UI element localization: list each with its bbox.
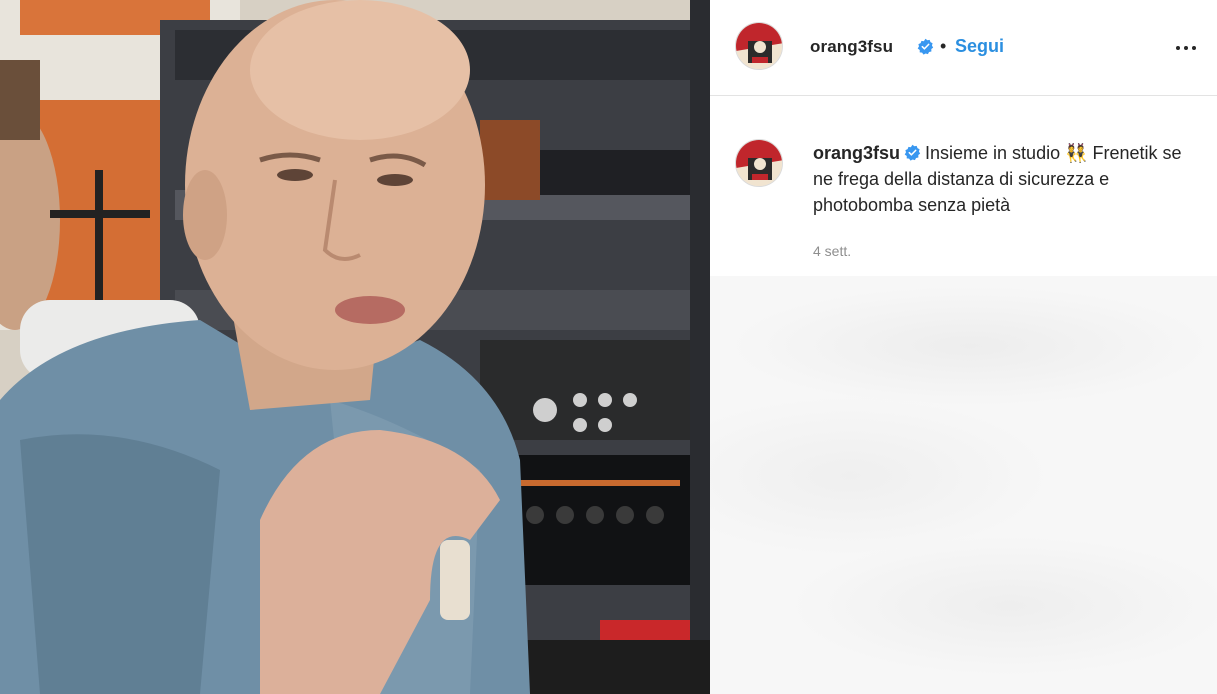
- post-header: orang3fsu • Segui: [710, 0, 1217, 96]
- caption-username[interactable]: orang3fsu: [813, 143, 900, 163]
- post-caption: orang3fsu Insieme in studio 👯 Frenetik s…: [813, 140, 1183, 218]
- avatar-image: [736, 23, 782, 69]
- more-options-icon-dot: [1192, 46, 1196, 50]
- verified-badge-icon: [917, 38, 934, 55]
- avatar-image: [736, 140, 782, 186]
- more-options-button[interactable]: [1170, 34, 1202, 62]
- post-photo-illustration: [0, 0, 710, 694]
- comments-area-blurred: [710, 276, 1217, 694]
- post-photo[interactable]: [0, 0, 710, 694]
- follow-button[interactable]: Segui: [955, 36, 1004, 57]
- caption-section: orang3fsu Insieme in studio 👯 Frenetik s…: [710, 96, 1217, 276]
- more-options-icon-dot: [1184, 46, 1188, 50]
- separator-dot: •: [940, 36, 947, 56]
- post-side-panel: orang3fsu • Segui orang3fsu Insieme in s…: [710, 0, 1217, 694]
- author-avatar[interactable]: [735, 22, 783, 70]
- author-username[interactable]: orang3fsu: [810, 37, 893, 57]
- verified-badge-icon: [904, 144, 921, 161]
- caption-author-avatar[interactable]: [735, 139, 783, 187]
- more-options-icon: [1176, 46, 1180, 50]
- post-timestamp[interactable]: 4 sett.: [813, 243, 851, 259]
- instagram-post-view: orang3fsu • Segui orang3fsu Insieme in s…: [0, 0, 1217, 694]
